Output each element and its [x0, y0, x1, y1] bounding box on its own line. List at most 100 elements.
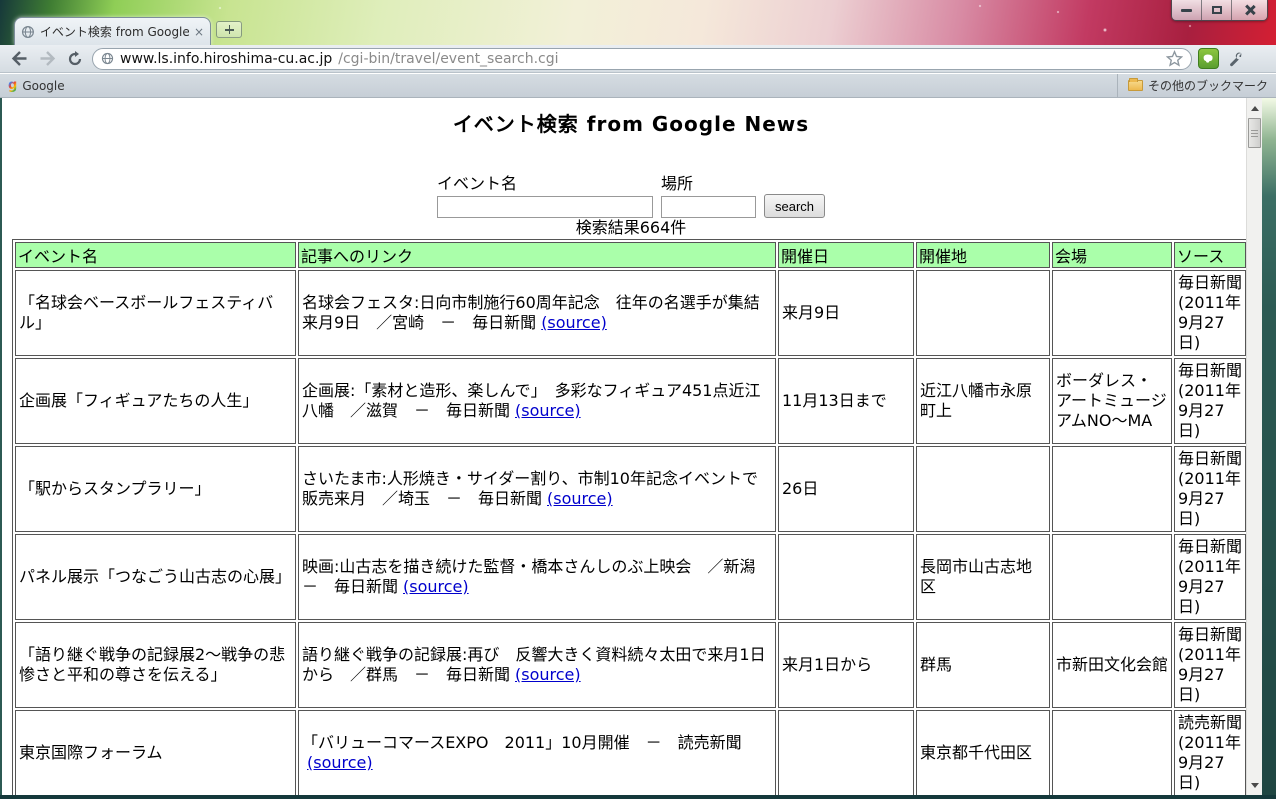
article-text: 名球会フェスタ:日向市制施行60周年記念 往年の名選手が集結来月9日 ／宮崎 －…: [302, 293, 760, 332]
reload-icon: [67, 51, 83, 67]
venue-cell: [1052, 710, 1172, 796]
search-button[interactable]: search: [764, 194, 825, 218]
window-bottom-border: [0, 795, 1276, 799]
date-cell: 来月9日: [778, 270, 914, 356]
source-link[interactable]: (source): [307, 753, 373, 772]
scroll-down-button[interactable]: [1247, 777, 1263, 793]
plus-icon: [225, 25, 234, 34]
source-link[interactable]: (source): [541, 313, 607, 332]
address-bar[interactable]: www.ls.info.hiroshima-cu.ac.jp/cgi-bin/t…: [92, 48, 1192, 70]
source-link[interactable]: (source): [403, 577, 469, 596]
browser-tab[interactable]: イベント検索 from Google ×: [14, 17, 211, 45]
source-cell: 毎日新聞 (2011年9月27日): [1174, 358, 1246, 444]
vertical-scrollbar[interactable]: [1246, 98, 1262, 795]
page-globe-icon: [21, 25, 35, 39]
tab-title: イベント検索 from Google: [40, 23, 189, 40]
source-link[interactable]: (source): [515, 665, 581, 684]
date-cell: 26日: [778, 446, 914, 532]
folder-icon: [1128, 80, 1143, 91]
browser-toolbar: www.ls.info.hiroshima-cu.ac.jp/cgi-bin/t…: [0, 45, 1276, 73]
back-arrow-icon: [11, 51, 28, 66]
venue-cell: 市新田文化会館: [1052, 622, 1172, 708]
source-cell: 毎日新聞 (2011年9月27日): [1174, 270, 1246, 356]
close-icon: [1244, 4, 1256, 16]
scrollbar-thumb[interactable]: [1248, 118, 1261, 148]
venue-cell: [1052, 446, 1172, 532]
table-row: 「語り継ぐ戦争の記録展2～戦争の悲惨さと平和の尊さを伝える」 語り継ぐ戦争の記録…: [15, 622, 1246, 708]
minimize-button[interactable]: [1172, 0, 1202, 20]
place-cell: [916, 270, 1050, 356]
source-cell: 毎日新聞 (2011年9月27日): [1174, 534, 1246, 620]
tab-close-icon[interactable]: ×: [194, 26, 204, 38]
event-name-cell: 東京国際フォーラム: [15, 710, 296, 796]
arrow-up-icon: [1251, 106, 1259, 111]
page-title: イベント検索 from Google News: [0, 112, 1262, 136]
reload-button[interactable]: [64, 48, 86, 70]
back-button[interactable]: [8, 48, 30, 70]
window-right-border: [1262, 98, 1276, 799]
event-name-input[interactable]: [437, 196, 653, 218]
arrow-down-icon: [1251, 783, 1259, 788]
thumb-grip: [1251, 130, 1258, 131]
site-globe-icon: [101, 52, 114, 65]
wrench-menu-button[interactable]: [1225, 48, 1247, 70]
forward-arrow-icon: [39, 51, 56, 66]
table-header-row: イベント名 記事へのリンク 開催日 開催地 会場 ソース: [15, 242, 1246, 268]
date-cell: [778, 534, 914, 620]
venue-cell: [1052, 534, 1172, 620]
article-cell: 名球会フェスタ:日向市制施行60周年記念 往年の名選手が集結来月9日 ／宮崎 －…: [298, 270, 776, 356]
result-count: 検索結果664件: [0, 219, 1262, 237]
date-cell: 11月13日まで: [778, 358, 914, 444]
location-label: 場所: [661, 175, 756, 193]
article-text: さいたま市:人形焼き・サイダー割り、市制10年記念イベントで販売来月 ／埼玉 －…: [302, 469, 758, 508]
article-cell: 映画:山古志を描き続けた監督・橋本さんしのぶ上映会 ／新潟 － 毎日新聞(sou…: [298, 534, 776, 620]
header-venue: 会場: [1052, 242, 1172, 268]
source-cell: 毎日新聞 (2011年9月27日): [1174, 622, 1246, 708]
table-row: パネル展示「つなごう山古志の心展」 映画:山古志を描き続けた監督・橋本さんしのぶ…: [15, 534, 1246, 620]
source-cell: 毎日新聞 (2011年9月27日): [1174, 446, 1246, 532]
place-cell: 東京都千代田区: [916, 710, 1050, 796]
table-row: 東京国際フォーラム 「バリューコマースEXPO 2011」10月開催 － 読売新…: [15, 710, 1246, 796]
header-date: 開催日: [778, 242, 914, 268]
page-content: イベント検索 from Google News イベント名 場所 search …: [0, 98, 1262, 799]
place-cell: 長岡市山古志地区: [916, 534, 1050, 620]
other-bookmarks-button[interactable]: その他のブックマーク: [1117, 74, 1268, 97]
google-favicon: g: [8, 79, 17, 92]
article-cell: さいたま市:人形焼き・サイダー割り、市制10年記念イベントで販売来月 ／埼玉 －…: [298, 446, 776, 532]
maximize-button[interactable]: [1202, 0, 1232, 20]
location-input[interactable]: [661, 196, 756, 218]
source-link[interactable]: (source): [547, 489, 613, 508]
bookmarks-bar: g Google その他のブックマーク: [0, 74, 1276, 98]
source-link[interactable]: (source): [515, 401, 581, 420]
new-tab-button[interactable]: [216, 21, 242, 38]
evernote-extension-icon[interactable]: [1198, 48, 1219, 69]
article-text: 「バリューコマースEXPO 2011」10月開催 － 読売新聞: [302, 733, 742, 752]
minimize-icon: [1181, 9, 1192, 12]
article-text: 映画:山古志を描き続けた監督・橋本さんしのぶ上映会 ／新潟 － 毎日新聞: [302, 557, 771, 596]
date-cell: [778, 710, 914, 796]
window-left-border: [0, 98, 2, 799]
bookmark-item-google[interactable]: g Google: [8, 79, 65, 93]
table-row: 「駅からスタンプラリー」 さいたま市:人形焼き・サイダー割り、市制10年記念イベ…: [15, 446, 1246, 532]
close-button[interactable]: [1232, 0, 1267, 20]
maximize-icon: [1212, 6, 1222, 14]
source-cell: 読売新聞 (2011年9月27日): [1174, 710, 1246, 796]
event-name-cell: パネル展示「つなごう山古志の心展」: [15, 534, 296, 620]
window-controls: [1171, 0, 1268, 21]
results-table: イベント名 記事へのリンク 開催日 開催地 会場 ソース 「名球会ベースボールフ…: [12, 239, 1249, 799]
date-cell: 来月1日から: [778, 622, 914, 708]
url-path: /cgi-bin/travel/event_search.cgi: [338, 51, 558, 67]
event-name-cell: 「駅からスタンプラリー」: [15, 446, 296, 532]
header-event-name: イベント名: [15, 242, 296, 268]
header-source: ソース: [1174, 242, 1246, 268]
event-name-cell: 「語り継ぐ戦争の記録展2～戦争の悲惨さと平和の尊さを伝える」: [15, 622, 296, 708]
article-cell: 企画展:「素材と造形、楽しんで」 多彩なフィギュア451点近江八幡 ／滋賀 － …: [298, 358, 776, 444]
bookmark-star-icon[interactable]: [1166, 50, 1183, 67]
url-host: www.ls.info.hiroshima-cu.ac.jp: [120, 51, 332, 67]
other-bookmarks-label: その他のブックマーク: [1148, 77, 1268, 94]
article-cell: 「バリューコマースEXPO 2011」10月開催 － 読売新聞(source): [298, 710, 776, 796]
venue-cell: [1052, 270, 1172, 356]
forward-button[interactable]: [36, 48, 58, 70]
scroll-up-button[interactable]: [1247, 100, 1263, 116]
thumb-grip: [1251, 136, 1258, 137]
